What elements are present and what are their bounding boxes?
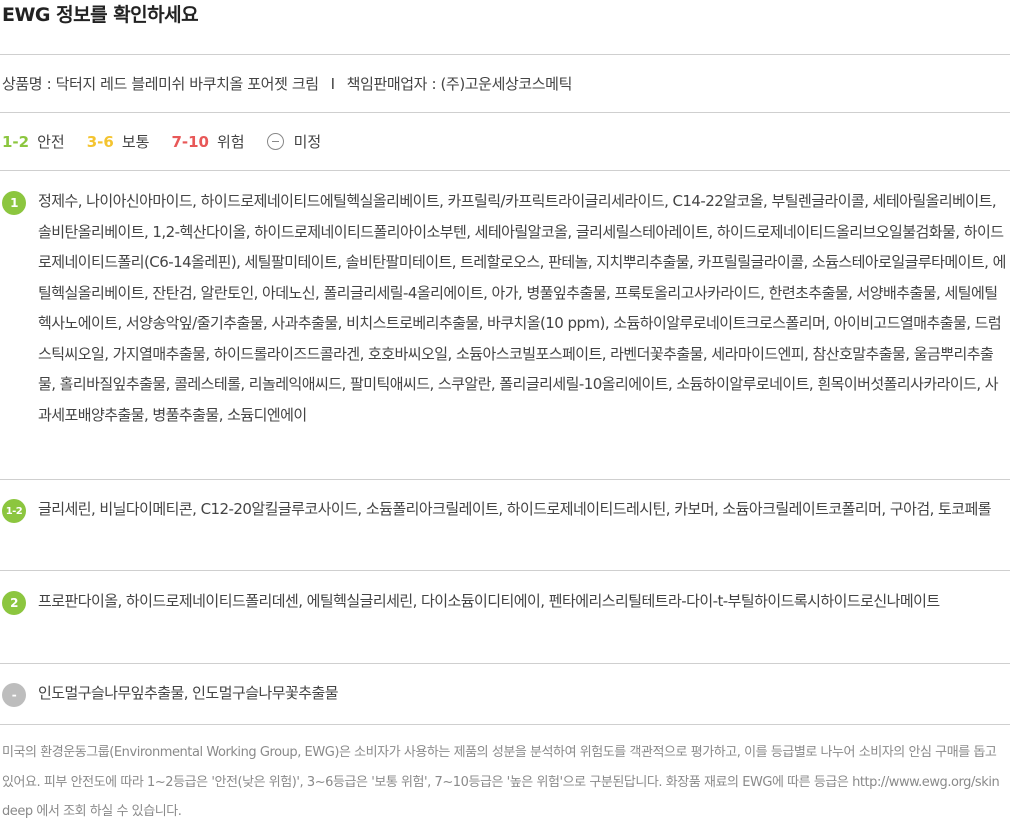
legend-range-hazard: 7-10: [171, 132, 209, 151]
legend-label-safe: 안전: [37, 133, 65, 151]
seller-name: 책임판매업자 : (주)고운세상코스메틱: [346, 75, 573, 93]
product-name: 상품명 : 닥터지 레드 블레미쉬 바쿠치올 포어젯 크림: [2, 75, 319, 93]
grade-badge: -: [2, 683, 26, 707]
ingredient-list: 프로판다이올, 하이드로제네이티드폴리데센, 에틸헥실글리세린, 다이소듐이디티…: [38, 592, 940, 610]
divider: [0, 724, 1010, 725]
ingredient-list: 정제수, 나이아신아마이드, 하이드로제네이티드에틸헥실올리베이트, 카프릴릭/…: [38, 192, 1006, 424]
legend-label-hazard: 위험: [216, 133, 245, 151]
product-info: 상품명 : 닥터지 레드 블레미쉬 바쿠치올 포어젯 크림 I 책임판매업자 : (…: [2, 73, 572, 94]
divider: [0, 570, 1010, 571]
divider: [0, 663, 1010, 664]
legend-label-moderate: 보통: [121, 133, 150, 151]
grade-legend: 1-2 안전 3-6 보통 7-10 위험 미정: [2, 131, 343, 152]
page-title: EWG 정보를 확인하세요: [2, 4, 199, 26]
grade-badge: 1-2: [2, 499, 26, 523]
legend-range-moderate: 3-6: [86, 132, 114, 151]
divider: [0, 54, 1010, 55]
divider: [0, 112, 1010, 113]
ingredient-list: 글리세린, 비닐다이메티콘, C12-20알킬글루코사이드, 소듐폴리아크릴레이…: [38, 500, 992, 518]
divider: [0, 170, 1010, 171]
ewg-footnote: 미국의 환경운동그룹(Environmental Working Group, …: [2, 745, 1000, 819]
legend-range-safe: 1-2: [2, 132, 30, 151]
minus-circle-icon: [266, 133, 284, 150]
separator: I: [330, 75, 335, 93]
grade-badge: 1: [2, 191, 26, 215]
grade-badge: 2: [2, 591, 26, 615]
ingredient-list: 인도멀구슬나무잎추출물, 인도멀구슬나무꽃추출물: [38, 684, 339, 702]
divider: [0, 479, 1010, 480]
legend-label-unknown: 미정: [293, 133, 322, 151]
